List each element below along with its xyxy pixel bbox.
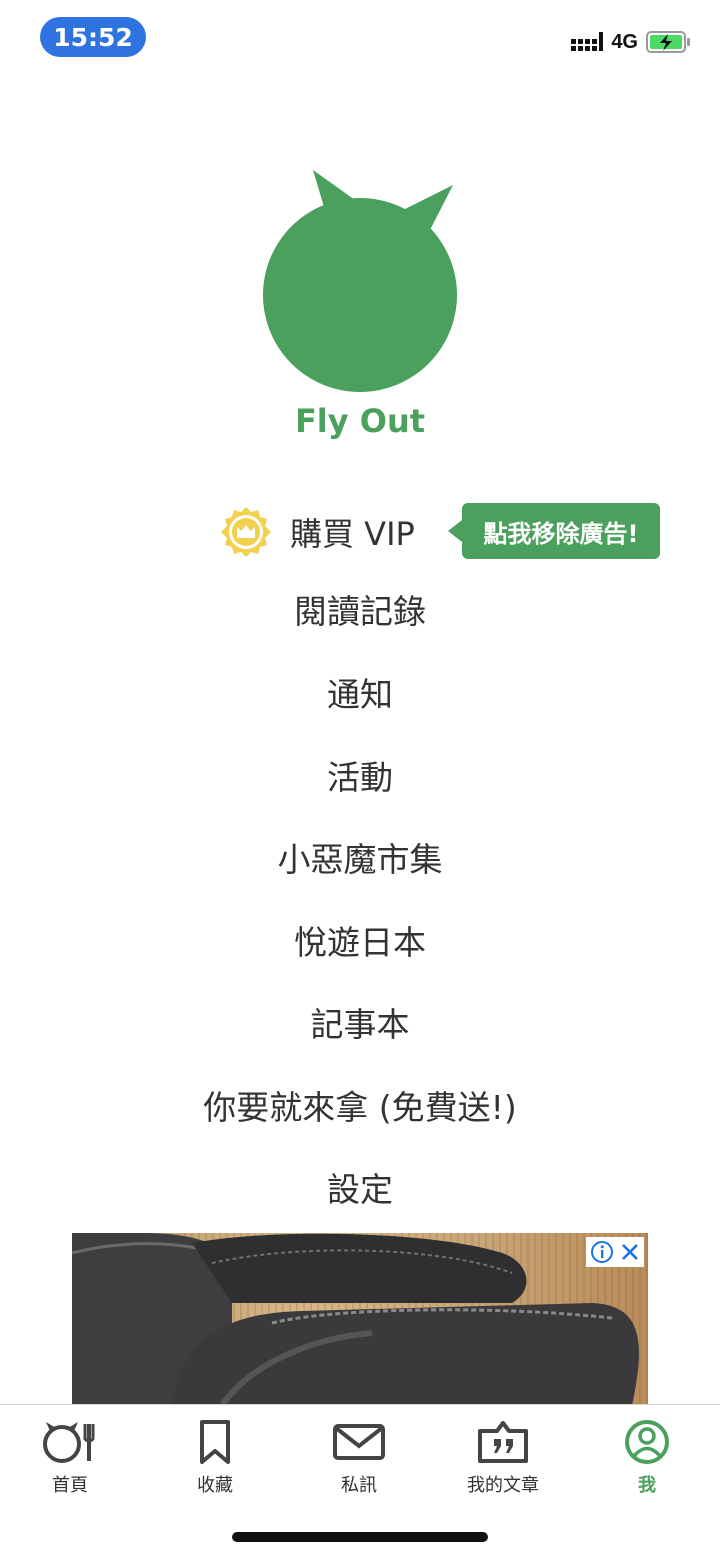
app-title: Fly Out — [294, 402, 426, 440]
status-bar: 15:52 4G — [0, 0, 720, 80]
app-logo — [263, 170, 457, 392]
menu-item-reading-history[interactable]: 閱讀記錄 — [0, 588, 720, 636]
ad-banner[interactable] — [72, 1233, 648, 1405]
status-time: 15:52 — [40, 17, 146, 57]
info-icon[interactable] — [590, 1240, 614, 1264]
menu-item-travel-japan[interactable]: 悅遊日本 — [0, 919, 720, 967]
home-indicator[interactable] — [232, 1532, 488, 1542]
tab-favorites[interactable]: 收藏 — [155, 1419, 275, 1497]
menu-item-notifications[interactable]: 通知 — [0, 671, 720, 719]
menu-item-little-devil-market[interactable]: 小惡魔市集 — [0, 836, 720, 884]
network-type: 4G — [611, 30, 638, 53]
ad-sofa-image — [72, 1233, 639, 1405]
tab-me-label: 我 — [638, 1475, 656, 1496]
menu-item-settings[interactable]: 設定 — [0, 1166, 720, 1214]
signal-icon — [571, 32, 604, 51]
tab-home[interactable]: 首頁 — [10, 1419, 130, 1497]
bookmark-icon — [200, 1420, 230, 1464]
battery-icon — [646, 31, 690, 53]
crown-badge-icon — [221, 507, 271, 557]
home-icon — [43, 1422, 95, 1463]
profile-icon — [625, 1420, 669, 1464]
tab-my-articles[interactable]: 我的文章 — [443, 1419, 563, 1497]
tab-favorites-label: 收藏 — [197, 1475, 233, 1496]
article-icon — [478, 1421, 528, 1463]
buy-vip-label[interactable]: 購買 VIP — [290, 509, 415, 555]
remove-ads-tag[interactable]: 點我移除廣告! — [448, 503, 660, 559]
tab-my-articles-label: 我的文章 — [467, 1475, 539, 1496]
buy-vip-row[interactable]: 購買 VIP 點我移除廣告! — [0, 503, 720, 559]
close-icon[interactable] — [620, 1242, 640, 1262]
menu-item-events[interactable]: 活動 — [0, 754, 720, 802]
status-indicators: 4G — [571, 30, 692, 54]
menu-item-free-giveaway[interactable]: 你要就來拿 (免費送!) — [0, 1084, 720, 1132]
mail-icon — [333, 1424, 385, 1460]
ad-choices[interactable] — [586, 1237, 644, 1267]
tab-messages-label: 私訊 — [341, 1475, 377, 1496]
tab-messages[interactable]: 私訊 — [299, 1419, 419, 1497]
menu-item-notebook[interactable]: 記事本 — [0, 1001, 720, 1049]
tab-me[interactable]: 我 — [587, 1419, 707, 1497]
tab-home-label: 首頁 — [52, 1475, 88, 1496]
